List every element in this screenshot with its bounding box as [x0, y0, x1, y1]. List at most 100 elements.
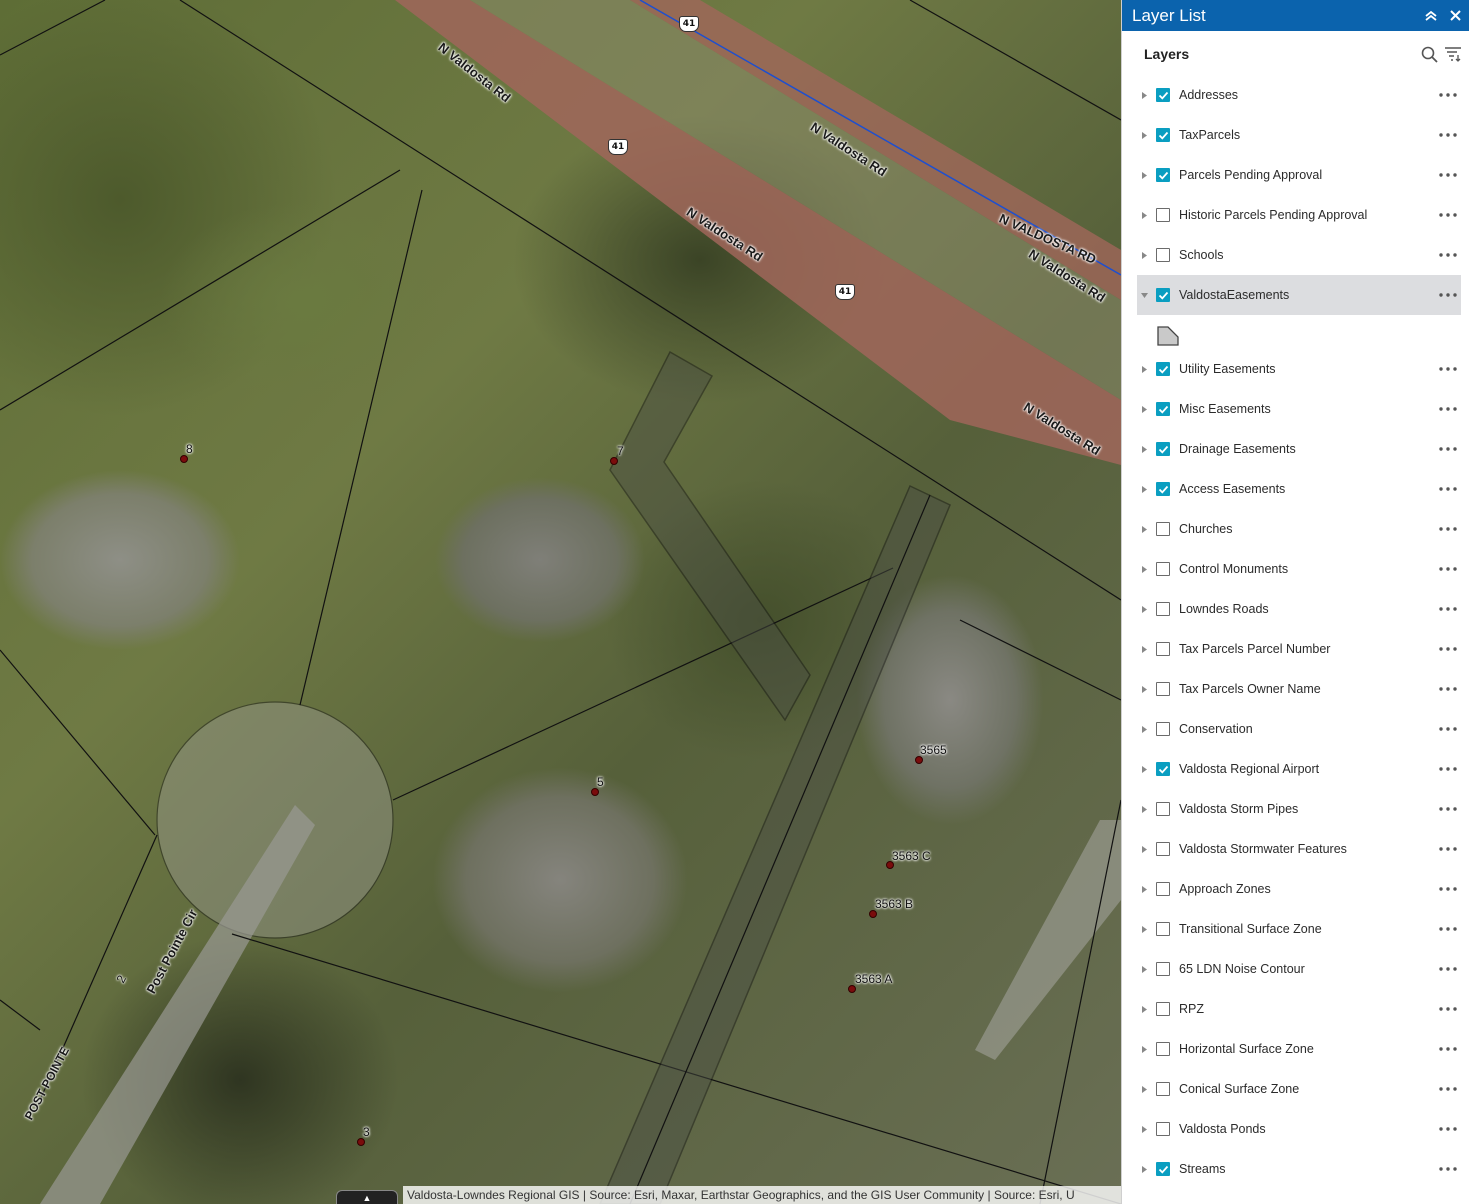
layer-visibility-checkbox[interactable] [1156, 128, 1170, 142]
caret-right-icon[interactable] [1141, 925, 1148, 933]
layer-visibility-checkbox[interactable] [1156, 762, 1170, 776]
more-options-icon[interactable] [1437, 401, 1459, 417]
caret-right-icon[interactable] [1141, 565, 1148, 573]
layer-row[interactable]: Schools [1137, 235, 1461, 275]
layer-visibility-checkbox[interactable] [1156, 402, 1170, 416]
layer-visibility-checkbox[interactable] [1156, 288, 1170, 302]
more-options-icon[interactable] [1437, 441, 1459, 457]
layer-row[interactable]: Valdosta Storm Pipes [1137, 789, 1461, 829]
address-point[interactable] [591, 788, 599, 796]
layer-row[interactable]: RPZ [1137, 989, 1461, 1029]
address-point[interactable] [869, 910, 877, 918]
more-options-icon[interactable] [1437, 247, 1459, 263]
layer-visibility-checkbox[interactable] [1156, 882, 1170, 896]
layer-row[interactable]: Addresses [1137, 75, 1461, 115]
layer-visibility-checkbox[interactable] [1156, 562, 1170, 576]
more-options-icon[interactable] [1437, 921, 1459, 937]
close-icon[interactable] [1443, 4, 1467, 28]
more-options-icon[interactable] [1437, 841, 1459, 857]
layer-visibility-checkbox[interactable] [1156, 362, 1170, 376]
caret-right-icon[interactable] [1141, 725, 1148, 733]
more-options-icon[interactable] [1437, 601, 1459, 617]
layer-row[interactable]: Tax Parcels Parcel Number [1137, 629, 1461, 669]
layer-row[interactable]: Transitional Surface Zone [1137, 909, 1461, 949]
search-icon[interactable] [1417, 42, 1441, 66]
more-options-icon[interactable] [1437, 521, 1459, 537]
layer-row[interactable]: ValdostaEasements [1137, 275, 1461, 315]
more-options-icon[interactable] [1437, 207, 1459, 223]
layer-visibility-checkbox[interactable] [1156, 602, 1170, 616]
caret-right-icon[interactable] [1141, 251, 1148, 259]
filter-icon[interactable] [1441, 42, 1465, 66]
layer-row[interactable]: Streams [1137, 1149, 1461, 1189]
layer-visibility-checkbox[interactable] [1156, 842, 1170, 856]
caret-right-icon[interactable] [1141, 845, 1148, 853]
caret-right-icon[interactable] [1141, 525, 1148, 533]
address-point[interactable] [180, 455, 188, 463]
layer-visibility-checkbox[interactable] [1156, 522, 1170, 536]
double-chevron-up-icon[interactable] [1419, 4, 1443, 28]
layer-visibility-checkbox[interactable] [1156, 722, 1170, 736]
layer-row[interactable]: Drainage Easements [1137, 429, 1461, 469]
caret-right-icon[interactable] [1141, 485, 1148, 493]
layer-row[interactable]: Parcels Pending Approval [1137, 155, 1461, 195]
layer-visibility-checkbox[interactable] [1156, 802, 1170, 816]
caret-right-icon[interactable] [1141, 685, 1148, 693]
layer-row[interactable]: Valdosta Ponds [1137, 1109, 1461, 1149]
layer-visibility-checkbox[interactable] [1156, 208, 1170, 222]
layer-visibility-checkbox[interactable] [1156, 962, 1170, 976]
more-options-icon[interactable] [1437, 681, 1459, 697]
caret-right-icon[interactable] [1141, 1165, 1148, 1173]
more-options-icon[interactable] [1437, 287, 1459, 303]
layer-visibility-checkbox[interactable] [1156, 248, 1170, 262]
layer-visibility-checkbox[interactable] [1156, 922, 1170, 936]
layer-visibility-checkbox[interactable] [1156, 1162, 1170, 1176]
layer-visibility-checkbox[interactable] [1156, 482, 1170, 496]
layer-visibility-checkbox[interactable] [1156, 1002, 1170, 1016]
layer-visibility-checkbox[interactable] [1156, 642, 1170, 656]
layer-row[interactable]: Historic Parcels Pending Approval [1137, 195, 1461, 235]
more-options-icon[interactable] [1437, 961, 1459, 977]
caret-right-icon[interactable] [1141, 131, 1148, 139]
address-point[interactable] [610, 457, 618, 465]
caret-right-icon[interactable] [1141, 805, 1148, 813]
caret-right-icon[interactable] [1141, 1125, 1148, 1133]
caret-right-icon[interactable] [1141, 445, 1148, 453]
more-options-icon[interactable] [1437, 881, 1459, 897]
layer-row[interactable]: TaxParcels [1137, 115, 1461, 155]
caret-right-icon[interactable] [1141, 1045, 1148, 1053]
layer-row[interactable]: Misc Easements [1137, 389, 1461, 429]
layer-visibility-checkbox[interactable] [1156, 1082, 1170, 1096]
caret-right-icon[interactable] [1141, 1005, 1148, 1013]
more-options-icon[interactable] [1437, 1041, 1459, 1057]
layer-row[interactable]: Churches [1137, 509, 1461, 549]
layer-row[interactable]: 65 LDN Noise Contour [1137, 949, 1461, 989]
layer-row[interactable]: Utility Easements [1137, 349, 1461, 389]
layer-row[interactable]: Control Monuments [1137, 549, 1461, 589]
layer-row[interactable]: Lowndes Roads [1137, 589, 1461, 629]
caret-right-icon[interactable] [1141, 885, 1148, 893]
caret-right-icon[interactable] [1141, 171, 1148, 179]
address-point[interactable] [357, 1138, 365, 1146]
layer-row[interactable]: Access Easements [1137, 469, 1461, 509]
more-options-icon[interactable] [1437, 801, 1459, 817]
caret-down-icon[interactable] [1141, 292, 1148, 299]
layer-row[interactable]: Approach Zones [1137, 869, 1461, 909]
map-view[interactable]: N Valdosta Rd N Valdosta Rd N Valdosta R… [0, 0, 1121, 1204]
layer-row[interactable]: Conical Surface Zone [1137, 1069, 1461, 1109]
layer-row[interactable]: Conservation [1137, 709, 1461, 749]
more-options-icon[interactable] [1437, 481, 1459, 497]
address-point[interactable] [848, 985, 856, 993]
caret-right-icon[interactable] [1141, 405, 1148, 413]
layer-row[interactable]: Valdosta Regional Airport [1137, 749, 1461, 789]
more-options-icon[interactable] [1437, 1081, 1459, 1097]
layer-visibility-checkbox[interactable] [1156, 1042, 1170, 1056]
layer-row[interactable]: Horizontal Surface Zone [1137, 1029, 1461, 1069]
caret-right-icon[interactable] [1141, 765, 1148, 773]
more-options-icon[interactable] [1437, 1161, 1459, 1177]
layer-visibility-checkbox[interactable] [1156, 1122, 1170, 1136]
more-options-icon[interactable] [1437, 167, 1459, 183]
more-options-icon[interactable] [1437, 1121, 1459, 1137]
more-options-icon[interactable] [1437, 361, 1459, 377]
more-options-icon[interactable] [1437, 721, 1459, 737]
